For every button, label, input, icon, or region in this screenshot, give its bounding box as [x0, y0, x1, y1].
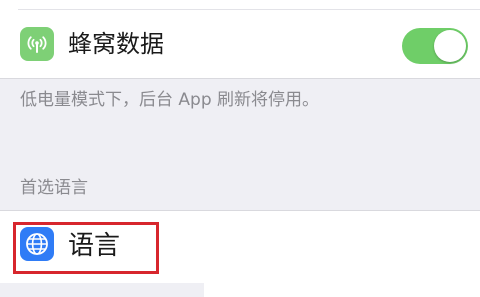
cellular-data-row[interactable]: 蜂窝数据	[0, 10, 480, 79]
toggle-knob	[434, 30, 466, 62]
low-power-footnote: 低电量模式下，后台 App 刷新将停用。	[20, 90, 320, 110]
background-gap	[0, 283, 204, 297]
previous-settings-row	[0, 0, 480, 10]
cellular-antenna-icon	[20, 27, 54, 61]
highlight-box	[13, 222, 159, 274]
preferred-language-section-header: 首选语言	[20, 178, 88, 198]
cellular-data-toggle[interactable]	[402, 28, 468, 64]
cellular-data-label: 蜂窝数据	[68, 30, 164, 58]
